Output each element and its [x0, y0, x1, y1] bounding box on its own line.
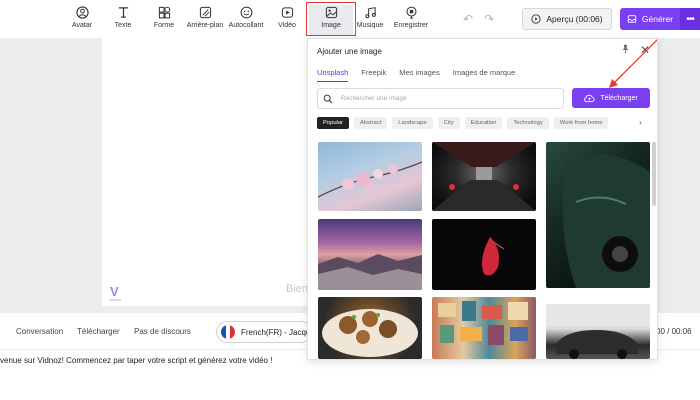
image-thumbnail-car-garage[interactable] [546, 304, 650, 359]
music-icon [363, 5, 377, 19]
tool-avatar[interactable]: Avatar [60, 5, 104, 35]
duration-readout: 00 / 00:06 [656, 327, 692, 336]
tool-label: Enregistrer [393, 22, 429, 29]
image-thumbnail-colorful-wall[interactable] [432, 297, 536, 359]
welcome-message: venue sur Vidnoz! Commencez par taper vo… [0, 356, 273, 365]
watermark-text: Vidnoz [109, 297, 122, 302]
inbox-icon [627, 14, 637, 24]
chip-city[interactable]: City [437, 117, 460, 129]
generate-label: Générer [641, 14, 674, 24]
tool-record[interactable]: Enregistrer [389, 5, 433, 35]
image-thumbnail-mountain-sunset[interactable] [318, 219, 422, 290]
search-input[interactable] [341, 95, 541, 102]
vidnoz-watermark-icon: V Vidnoz [109, 284, 128, 302]
more-options-button[interactable]: ••• [680, 8, 700, 30]
tool-label: Autocollant [228, 22, 264, 29]
chip-popular[interactable]: Popular [317, 117, 349, 129]
image-results-grid [308, 140, 657, 359]
sticker-icon [239, 5, 253, 19]
tool-label: Vidéo [278, 22, 296, 29]
tool-shapes[interactable]: Forme [142, 5, 186, 35]
app-root: Avatar Texte Forme Arrière-plan Autocoll… [0, 0, 700, 400]
tool-music[interactable]: Musique [348, 5, 392, 35]
annotation-arrow-icon [609, 39, 657, 88]
tab-telecharger[interactable]: Télécharger [77, 327, 120, 336]
tool-label: Avatar [71, 22, 93, 29]
tool-label: Texte [114, 22, 132, 29]
panel-title: Ajouter une image [317, 47, 382, 56]
tab-conversation[interactable]: Conversation [16, 327, 63, 336]
image-source-tabs: Unsplash Freepik Mes images Images de ma… [317, 68, 515, 82]
chevron-right-icon[interactable]: › [639, 118, 642, 127]
tool-background[interactable]: Arrière-plan [183, 5, 227, 35]
image-thumbnail-red-flower[interactable] [432, 219, 536, 290]
language-selector[interactable]: French(FR) - Jacque [216, 321, 312, 343]
category-chips: Popular Abstract Landscape City Educatio… [317, 117, 609, 129]
tool-label: Forme [153, 22, 175, 29]
tab-pas-de-discours[interactable]: Pas de discours [134, 327, 191, 336]
undo-icon[interactable]: ↶ [463, 12, 473, 26]
generate-button[interactable]: Générer [620, 8, 680, 30]
france-flag-icon [221, 325, 235, 339]
image-thumbnail-cherry-blossom[interactable] [318, 142, 422, 211]
panel-scrollbar[interactable] [652, 142, 656, 206]
tool-video[interactable]: Vidéo [265, 5, 309, 35]
add-image-panel: Ajouter une image ✕ Unsplash Freepik Mes… [307, 38, 658, 360]
tool-sticker[interactable]: Autocollant [224, 5, 268, 35]
preview-label: Aperçu (00:06) [546, 14, 603, 24]
chip-landscape[interactable]: Landscape [392, 117, 433, 129]
video-icon [280, 5, 294, 19]
preview-button[interactable]: Aperçu (00:06) [522, 8, 612, 30]
more-dots-icon: ••• [686, 13, 694, 25]
redo-icon[interactable]: ↷ [484, 12, 494, 26]
image-thumbnail-food-plate[interactable] [318, 297, 422, 359]
tool-text[interactable]: Texte [101, 5, 145, 35]
image-search-box [317, 88, 564, 109]
image-thumbnail-green-car[interactable] [546, 142, 650, 288]
search-icon [323, 94, 333, 104]
background-icon [198, 5, 212, 19]
chip-abstract[interactable]: Abstract [353, 117, 388, 129]
image-thumbnail-jet-interior[interactable] [432, 142, 536, 211]
language-label: French(FR) - Jacque [241, 327, 312, 337]
shapes-icon [157, 5, 171, 19]
tab-unsplash[interactable]: Unsplash [317, 68, 349, 82]
chip-technology[interactable]: Technology [507, 117, 549, 129]
text-icon [116, 5, 130, 19]
tab-images-de-marque[interactable]: Images de marque [453, 68, 516, 82]
tool-label: Arrière-plan [186, 22, 224, 29]
chip-work-from-home[interactable]: Work from home [553, 117, 609, 129]
top-toolbar: Avatar Texte Forme Arrière-plan Autocoll… [0, 0, 700, 38]
cloud-upload-icon [584, 94, 595, 103]
avatar-icon [75, 5, 89, 19]
upload-label: Télécharger [600, 94, 638, 102]
tool-label: Musique [356, 22, 384, 29]
tab-mes-images[interactable]: Mes images [399, 68, 439, 82]
play-circle-icon [531, 14, 541, 24]
video-canvas[interactable] [102, 38, 310, 306]
canvas-caption: Bien [286, 283, 309, 295]
record-icon [404, 5, 418, 19]
tab-freepik[interactable]: Freepik [361, 68, 386, 82]
chip-education[interactable]: Education [464, 117, 503, 129]
